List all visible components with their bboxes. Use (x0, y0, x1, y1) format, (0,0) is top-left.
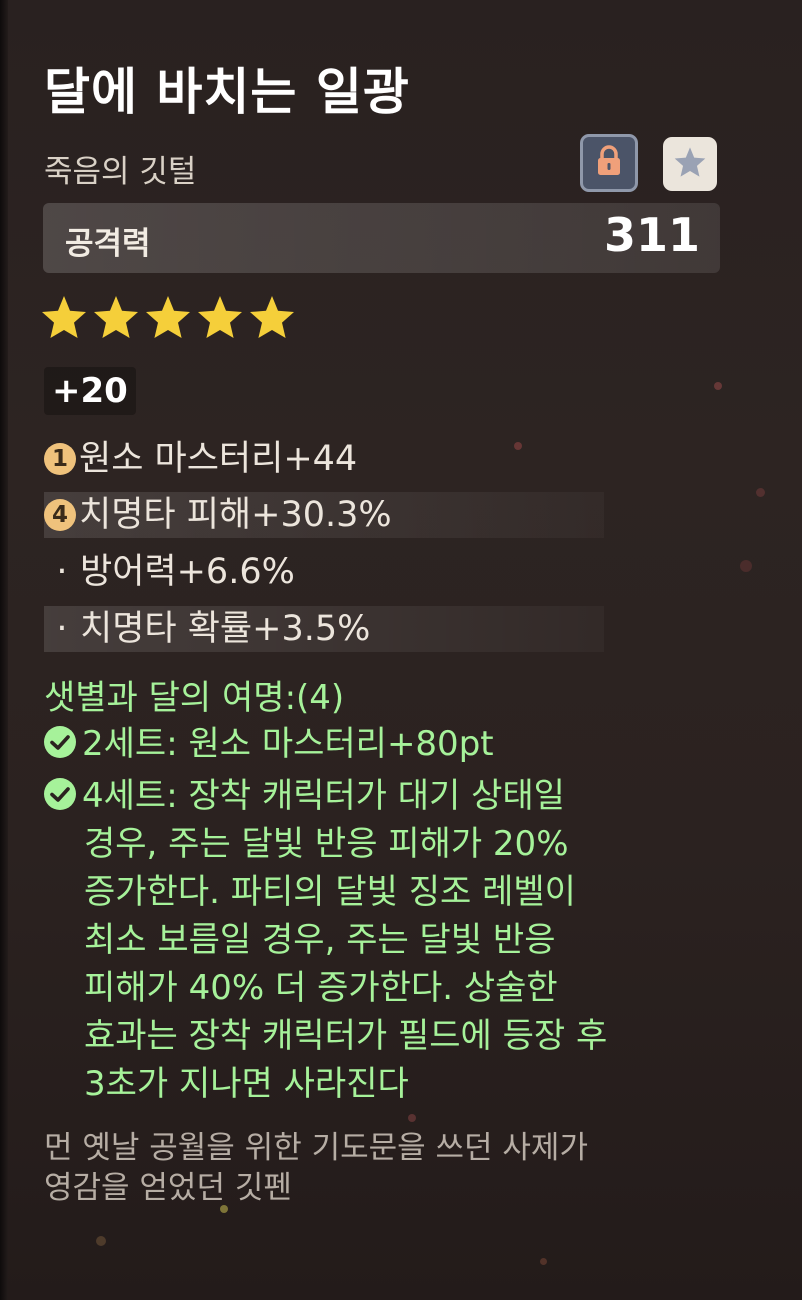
rarity-star-icon (248, 294, 296, 344)
set-bonus-text-line: 3초가 지나면 사라진다 (84, 1064, 409, 1104)
substat-row: 1 원소 마스터리+44 (44, 436, 357, 482)
artifact-level: +20 (44, 367, 136, 415)
decor-speck (740, 560, 752, 572)
panel-left-edge (0, 0, 8, 1300)
substat-row: 4 치명타 피해+30.3% (44, 492, 604, 538)
roll-count-badge: 4 (44, 499, 76, 531)
substat-text: 치명타 확률+3.5% (80, 609, 371, 649)
rarity-star-icon (196, 294, 244, 344)
lore-text-line: 영감을 얻었던 깃펜 (44, 1170, 292, 1206)
substat-text: 원소 마스터리+44 (79, 439, 358, 479)
main-stat-label: 공격력 (65, 226, 151, 262)
set-bonus-text-line: 최소 보름일 경우, 주는 달빛 반응 (84, 920, 556, 960)
rarity-stars (40, 294, 300, 342)
star-icon (673, 146, 707, 182)
set-bonus-text: 4세트: 장착 캐릭터가 대기 상태일 (82, 776, 565, 816)
set-bonus-4pc: 4세트: 장착 캐릭터가 대기 상태일 (44, 772, 565, 820)
decor-speck (514, 442, 522, 450)
main-stat-value: 311 (603, 208, 700, 262)
rarity-star-icon (92, 294, 140, 344)
decor-speck (756, 488, 765, 497)
favorite-button[interactable] (663, 137, 717, 191)
bullet-dot: · (56, 552, 68, 592)
main-stat-bar: 공격력 311 (43, 203, 720, 273)
set-bonus-text-line: 경우, 주는 달빛 반응 피해가 20% (84, 824, 569, 864)
set-bonus-2pc: 2세트: 원소 마스터리+80pt (44, 720, 494, 768)
decor-speck (714, 382, 722, 390)
substat-row: · 치명타 확률+3.5% (44, 606, 604, 652)
bullet-dot: · (56, 609, 68, 649)
substat-row: · 방어력+6.6% (44, 549, 295, 595)
rarity-star-icon (144, 294, 192, 344)
set-name: 샛별과 달의 여명:(4) (44, 678, 345, 718)
decor-speck (540, 1258, 547, 1265)
substat-text: 치명타 피해+30.3% (79, 495, 392, 535)
rarity-star-icon (40, 294, 88, 344)
artifact-slot: 죽음의 깃털 (44, 154, 197, 190)
set-bonus-text-line: 효과는 장착 캐릭터가 필드에 등장 후 (84, 1016, 608, 1056)
set-bonus-text-line: 증가한다. 파티의 달빛 징조 레벨이 (84, 872, 576, 912)
checkmark-circle-icon (44, 778, 76, 810)
roll-count-badge: 1 (44, 443, 76, 475)
lore-text-line: 먼 옛날 공월을 위한 기도문을 쓰던 사제가 (44, 1130, 588, 1166)
lock-button[interactable] (580, 134, 638, 192)
lock-icon (596, 145, 622, 181)
substat-text: 방어력+6.6% (80, 552, 295, 592)
set-bonus-text-line: 피해가 40% 더 증가한다. 상술한 (84, 968, 558, 1008)
decor-speck (96, 1236, 106, 1246)
decor-speck (408, 1114, 416, 1122)
artifact-name: 달에 바치는 일광 (44, 63, 410, 121)
set-bonus-text: 2세트: 원소 마스터리+80pt (82, 724, 494, 764)
checkmark-circle-icon (44, 726, 76, 758)
